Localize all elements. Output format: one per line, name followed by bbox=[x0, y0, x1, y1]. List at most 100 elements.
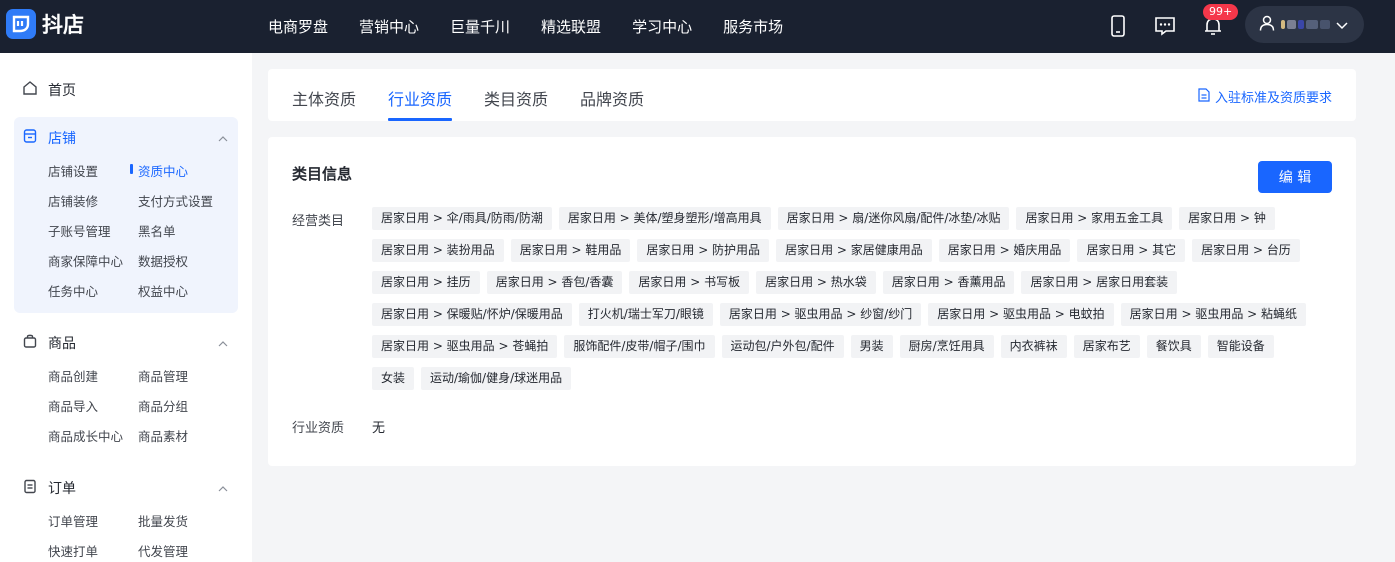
bag-icon bbox=[22, 333, 38, 353]
chevron-up-icon bbox=[218, 130, 228, 146]
sidebar-item-blacklist[interactable]: 黑名单 bbox=[138, 221, 176, 240]
top-bar: 抖店 电商罗盘 营销中心 巨量千川 精选联盟 学习中心 服务市场 99+ bbox=[0, 0, 1395, 53]
sidebar-group-label: 店铺 bbox=[48, 131, 76, 147]
category-tag: 居家日用 > 家居健康用品 bbox=[776, 239, 932, 262]
category-tag: 居家日用 > 其它 bbox=[1077, 239, 1186, 262]
sidebar: 首页 店铺 店铺设置 资质中心 店铺装修 支付方式设置 子账号管理 黑名单 商家… bbox=[0, 53, 252, 562]
sidebar-item-qualification-center[interactable]: 资质中心 bbox=[138, 161, 188, 180]
sidebar-item-shop-decoration[interactable]: 店铺装修 bbox=[48, 191, 98, 210]
category-tag: 居家日用 > 驱虫用品 > 纱窗/纱门 bbox=[719, 303, 922, 326]
brand-name: 抖店 bbox=[42, 13, 84, 37]
tab-active-underline bbox=[388, 118, 452, 121]
nav-item-learning[interactable]: 学习中心 bbox=[632, 16, 692, 37]
category-tag: 居家日用 > 美体/塑身塑形/增高用具 bbox=[558, 207, 771, 230]
sidebar-item-home[interactable]: 首页 bbox=[22, 80, 76, 100]
logo[interactable]: 抖店 bbox=[6, 9, 84, 39]
sidebar-item-task-center[interactable]: 任务中心 bbox=[48, 281, 98, 300]
sidebar-group-orders[interactable]: 订单 bbox=[22, 478, 228, 498]
sidebar-group-shop[interactable]: 店铺 bbox=[22, 128, 228, 148]
sidebar-home-label: 首页 bbox=[48, 83, 76, 99]
tab-entity-qualification[interactable]: 主体资质 bbox=[292, 86, 356, 110]
category-tag: 居家日用 > 扇/迷你风扇/配件/冰垫/冰贴 bbox=[777, 207, 1010, 230]
category-tag: 智能设备 bbox=[1207, 335, 1274, 358]
sidebar-group-label: 商品 bbox=[48, 336, 76, 352]
category-tag: 居家日用 > 香薰用品 bbox=[882, 271, 1015, 294]
chevron-up-icon bbox=[218, 335, 228, 351]
sidebar-item-order-manage[interactable]: 订单管理 bbox=[48, 511, 98, 530]
category-tag: 居家日用 > 驱虫用品 > 电蚊拍 bbox=[928, 303, 1114, 326]
sidebar-item-dropship[interactable]: 代发管理 bbox=[138, 541, 188, 560]
sidebar-item-product-material[interactable]: 商品素材 bbox=[138, 426, 188, 445]
industry-qualification-value: 无 bbox=[372, 421, 386, 436]
nav-item-qianchuan[interactable]: 巨量千川 bbox=[450, 16, 510, 37]
nav-item-compass[interactable]: 电商罗盘 bbox=[268, 16, 328, 37]
home-icon bbox=[22, 80, 38, 100]
category-tag: 服饰配件/皮带/帽子/围巾 bbox=[564, 335, 715, 358]
sidebar-item-benefits-center[interactable]: 权益中心 bbox=[138, 281, 188, 300]
category-tag: 居家日用 > 香包/香囊 bbox=[486, 271, 623, 294]
qualification-tabs: 主体资质 行业资质 类目资质 品牌资质 入驻标准及资质要求 bbox=[268, 69, 1356, 121]
category-tag: 居家日用 > 书写板 bbox=[629, 271, 750, 294]
sidebar-item-payment-settings[interactable]: 支付方式设置 bbox=[138, 191, 213, 210]
category-tag: 居家日用 > 鞋用品 bbox=[510, 239, 631, 262]
category-tag: 居家日用 > 婚庆用品 bbox=[938, 239, 1071, 262]
sidebar-item-product-create[interactable]: 商品创建 bbox=[48, 366, 98, 385]
edit-button[interactable]: 编 辑 bbox=[1258, 161, 1332, 193]
requirements-link[interactable]: 入驻标准及资质要求 bbox=[1198, 87, 1332, 106]
tab-industry-qualification[interactable]: 行业资质 bbox=[388, 86, 452, 110]
active-indicator bbox=[130, 164, 133, 174]
user-menu[interactable] bbox=[1245, 6, 1364, 43]
category-tag: 餐饮具 bbox=[1146, 335, 1201, 358]
category-tag: 居家日用 > 伞/雨具/防雨/防潮 bbox=[372, 207, 552, 230]
message-icon[interactable] bbox=[1152, 13, 1178, 39]
nav-item-service-market[interactable]: 服务市场 bbox=[723, 16, 783, 37]
sidebar-item-shop-settings[interactable]: 店铺设置 bbox=[48, 161, 98, 180]
category-info-card: 类目信息 编 辑 经营类目 居家日用 > 伞/雨具/防雨/防潮 居家日用 > 美体… bbox=[268, 137, 1356, 466]
category-tag: 居家日用 > 驱虫用品 > 粘蝇纸 bbox=[1120, 303, 1307, 326]
sidebar-item-data-authorization[interactable]: 数据授权 bbox=[138, 251, 188, 270]
category-tag: 居家日用 > 钟 bbox=[1179, 207, 1275, 230]
nav-item-marketing[interactable]: 营销中心 bbox=[359, 16, 419, 37]
chevron-up-icon bbox=[218, 480, 228, 496]
category-tag: 运动/瑜伽/健身/球迷用品 bbox=[421, 367, 572, 390]
sidebar-group-products[interactable]: 商品 bbox=[22, 333, 228, 353]
sidebar-item-product-manage[interactable]: 商品管理 bbox=[138, 366, 188, 385]
category-tag: 打火机/瑞士军刀/眼镜 bbox=[578, 303, 713, 326]
sidebar-item-product-group[interactable]: 商品分组 bbox=[138, 396, 188, 415]
tab-category-qualification[interactable]: 类目资质 bbox=[484, 86, 548, 110]
top-nav: 电商罗盘 营销中心 巨量千川 精选联盟 学习中心 服务市场 bbox=[268, 0, 814, 53]
sidebar-item-quick-print[interactable]: 快速打单 bbox=[48, 541, 98, 560]
industry-qualification-label: 行业资质 bbox=[292, 421, 345, 436]
document-icon bbox=[1198, 87, 1210, 106]
nav-item-alliance[interactable]: 精选联盟 bbox=[541, 16, 601, 37]
store-icon bbox=[22, 128, 38, 148]
requirements-link-label: 入驻标准及资质要求 bbox=[1214, 91, 1332, 106]
tab-brand-qualification[interactable]: 品牌资质 bbox=[580, 86, 644, 110]
category-tag: 居家日用 > 热水袋 bbox=[756, 271, 876, 294]
category-tag: 居家日用 > 居家日用套装 bbox=[1021, 271, 1178, 294]
category-tag: 运动包/户外包/配件 bbox=[721, 335, 844, 358]
category-tag: 居家日用 > 装扮用品 bbox=[372, 239, 504, 262]
sidebar-item-sub-accounts[interactable]: 子账号管理 bbox=[48, 221, 111, 240]
category-tag: 厨房/烹饪用具 bbox=[899, 335, 994, 358]
user-name-redacted bbox=[1281, 20, 1330, 29]
order-icon bbox=[22, 478, 38, 498]
category-tag: 内衣裤袜 bbox=[1000, 335, 1067, 358]
sidebar-group-label: 订单 bbox=[48, 481, 76, 497]
category-tag: 居家日用 > 挂历 bbox=[372, 271, 480, 294]
category-tag: 居家日用 > 家用五金工具 bbox=[1016, 207, 1173, 230]
sidebar-item-batch-ship[interactable]: 批量发货 bbox=[138, 511, 188, 530]
sidebar-item-merchant-protection[interactable]: 商家保障中心 bbox=[48, 251, 123, 270]
business-category-label: 经营类目 bbox=[292, 214, 345, 229]
category-tag: 女装 bbox=[372, 367, 415, 390]
category-tag-list: 居家日用 > 伞/雨具/防雨/防潮 居家日用 > 美体/塑身塑形/增高用具 居家日用… bbox=[372, 207, 1312, 390]
logo-icon bbox=[6, 9, 36, 39]
sidebar-item-product-import[interactable]: 商品导入 bbox=[48, 396, 98, 415]
mobile-icon[interactable] bbox=[1105, 13, 1131, 39]
category-tag: 居家日用 > 保暖贴/怀炉/保暖用品 bbox=[372, 303, 572, 326]
section-title: 类目信息 bbox=[292, 165, 353, 183]
category-tag: 男装 bbox=[850, 335, 893, 358]
chevron-down-icon bbox=[1336, 15, 1348, 34]
category-tag: 居家日用 > 防护用品 bbox=[637, 239, 770, 262]
sidebar-item-product-growth[interactable]: 商品成长中心 bbox=[48, 426, 123, 445]
